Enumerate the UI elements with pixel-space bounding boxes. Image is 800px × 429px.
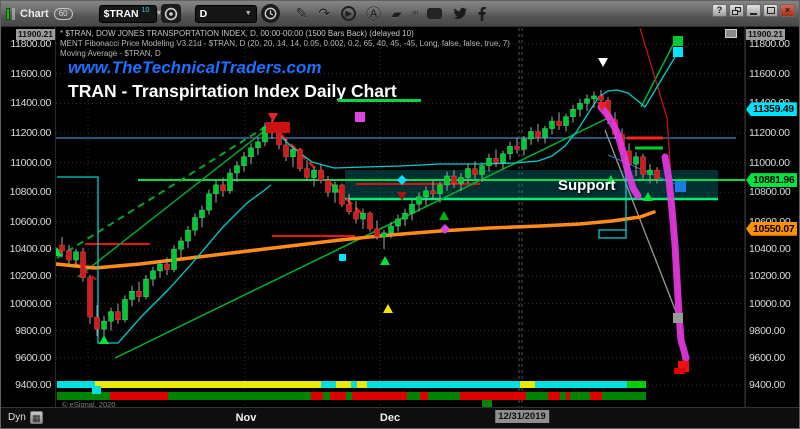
axis-price-label: 11400.00 [10,97,51,109]
month-label: Nov [236,412,257,424]
maximize-icon [767,7,775,14]
axis-price-label: 10400.00 [10,243,51,255]
axis-price-label: 11600.00 [749,68,790,80]
axis-price-label: 9800.00 [749,325,785,337]
toolbar-mini-label: m [412,10,418,17]
axis-price-label: 9400.00 [749,379,785,391]
symbol-input[interactable]: $TRAN 10 ▼ [99,5,157,23]
restore-button[interactable] [729,4,744,17]
annotation-button[interactable]: Ⓐ [366,3,381,24]
axis-price-label: 11000.00 [10,157,51,169]
ma-description-line: Moving Average - $TRAN, D [60,49,161,58]
title-underline [338,99,421,102]
axis-price-label: 9800.00 [15,325,51,337]
time-axis-bar[interactable]: Dyn ▦ Nov Dec 12/31/2019 [1,407,799,428]
axis-price-label: 10000.00 [749,298,790,310]
axis-price-label: 10000.00 [10,298,51,310]
watermark-url: www.TheTechnicalTraders.com [68,58,322,78]
price-level-badge: 11359.49 [746,102,797,116]
redo-arrow-button[interactable]: ↷ [318,5,330,22]
price-level-badge: 10550.07 [746,222,797,236]
axis-price-label: 11800.00 [749,38,790,50]
minimize-icon [750,13,757,15]
axis-price-label: 11200.00 [749,127,790,139]
dyn-label: Dyn [8,412,26,423]
orange-ma-line [56,212,654,268]
clock-icon [264,7,277,20]
maximize-button[interactable] [763,4,778,17]
chevron-down-icon: ▼ [245,10,252,17]
candles [60,90,660,339]
symbol-lookup-button[interactable] [161,4,181,23]
axis-price-label: 9400.00 [15,379,51,391]
month-label: Dec [380,412,400,424]
signal-strips [57,368,685,407]
status-indicator-icon [6,8,10,20]
axis-price-label: 10200.00 [10,270,51,282]
symbol-delay-superscript: 10 [142,7,150,14]
axis-price-label: 10600.00 [10,216,51,228]
twitter-icon[interactable] [453,7,468,20]
chat-button[interactable] [427,8,442,19]
support-annotation: Support [558,177,616,194]
axis-price-label: 10400.00 [749,243,790,255]
chart-count-badge: 60 [54,8,73,20]
draw-pencil-button[interactable]: ✎ [296,5,308,22]
time-settings-button[interactable] [261,4,280,23]
axis-price-label: 10200.00 [749,270,790,282]
symbol-description-line: * $TRAN, DOW JONES TRANSPORTATION INDEX,… [60,29,414,38]
close-button[interactable]: × [780,4,795,17]
axis-price-label: 10800.00 [10,186,51,198]
target-icon [164,7,178,21]
dyn-control[interactable]: Dyn ▦ [8,411,43,424]
help-button[interactable]: ? [712,4,727,17]
axis-price-label: 9600.00 [15,352,51,364]
price-level-badge: 10881.96 [746,173,797,187]
axis-price-label: 10800.00 [749,186,790,198]
axis-price-label: 11200.00 [10,127,51,139]
symbol-value: $TRAN [104,8,139,20]
pane-maximize-icon[interactable] [725,29,737,38]
axis-price-label: 11000.00 [749,157,790,169]
facebook-icon[interactable] [478,7,486,21]
toolbar: Chart 60 $TRAN 10 ▼ D ▼ ✎ ↷ ▶ Ⓐ ▰ m [1,1,799,27]
chart-window: Chart 60 $TRAN 10 ▼ D ▼ ✎ ↷ ▶ Ⓐ ▰ m [0,0,800,429]
study-description-line: MENT Fibonacci Price Modeling V3.21d - $… [60,39,510,48]
interval-select[interactable]: D ▼ [195,5,257,23]
price-axis-right[interactable]: 11900.21 11800.0011600.0011400.0011200.0… [745,27,799,407]
restore-icon [732,7,741,15]
play-button[interactable]: ▶ [341,6,356,21]
status-indicator-bar [12,8,15,20]
minimize-button[interactable] [746,4,761,17]
axis-price-label: 11600.00 [10,68,51,80]
axis-price-label: 9600.00 [749,352,785,364]
axis-price-label: 11800.00 [10,38,51,50]
eraser-button[interactable]: ▰ [390,7,404,21]
interval-value: D [200,8,208,20]
window-title: Chart [20,8,49,20]
price-axis-left[interactable]: 11900.21 11800.0011600.0011400.0011200.0… [1,27,56,407]
date-marker-badge: 12/31/2019 [495,410,549,423]
dyn-grid-icon: ▦ [30,411,43,424]
